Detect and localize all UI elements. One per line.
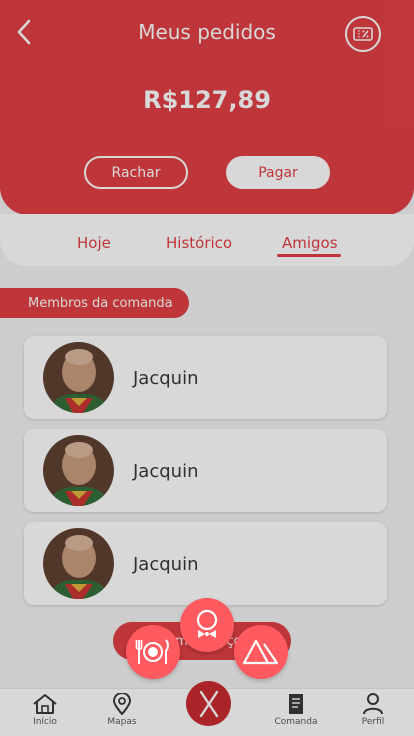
app-screen: Meus pedidos R$127,89 Rachar Pagar Hoje …: [0, 0, 414, 736]
waiter-icon: [196, 609, 218, 638]
dine-icon: [135, 639, 169, 664]
alert-icon: [243, 639, 279, 665]
alert-fab[interactable]: [234, 625, 288, 679]
dine-fab[interactable]: [126, 625, 180, 679]
waiter-fab[interactable]: [180, 598, 234, 652]
